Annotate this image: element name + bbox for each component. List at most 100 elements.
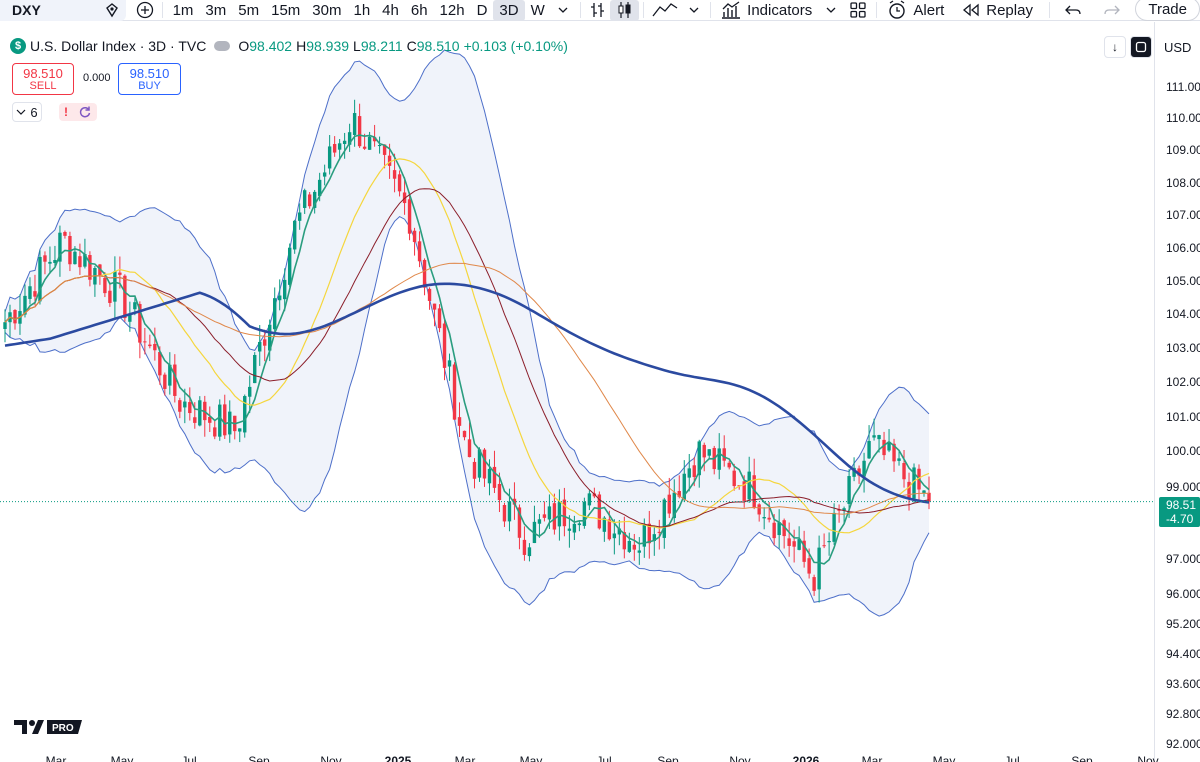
price-tick: 103.00: [1166, 341, 1200, 355]
candle-body: [497, 483, 502, 501]
indicators-icon: [722, 1, 741, 19]
indicators-collapse-button[interactable]: 6: [12, 102, 42, 122]
candle-body: [282, 279, 287, 300]
candle-body: [13, 309, 17, 324]
symbol-search[interactable]: DXY: [0, 0, 127, 21]
toolbar-divider: [876, 2, 878, 18]
spread-value: 0.000: [83, 72, 111, 84]
candle-body: [223, 404, 227, 436]
indicator-status[interactable]: !: [59, 103, 97, 121]
chevron-down-icon[interactable]: [818, 0, 843, 21]
time-tick: 2025: [384, 754, 412, 762]
price-tick: 95.200: [1166, 617, 1200, 631]
price-tick: 102.00: [1166, 375, 1200, 389]
bar-style-icon[interactable]: [585, 0, 610, 21]
candle-body: [432, 303, 437, 310]
candle-body: [103, 277, 107, 294]
buy-price: 98.510: [129, 66, 170, 81]
buy-button[interactable]: 98.510 BUY: [118, 63, 181, 95]
buy-label: BUY: [138, 80, 161, 92]
candle-body: [722, 448, 726, 461]
candle-body: [877, 435, 881, 440]
candle-body: [867, 440, 871, 459]
chart-app: DXY 1m 3m 5m 15m 30m 1h 4h 6h 12h D 3D W Indicators: [0, 0, 1200, 762]
candle-body: [397, 174, 402, 192]
undo-icon[interactable]: [1054, 0, 1093, 21]
candle-body: [198, 400, 202, 426]
candle-body: [627, 540, 632, 552]
redo-icon[interactable]: [1093, 0, 1132, 21]
tradingview-logo[interactable]: PRO: [14, 719, 82, 740]
timeframe-15m[interactable]: 15m: [265, 0, 306, 21]
alert-button[interactable]: Alert: [881, 0, 950, 21]
candle-body: [287, 247, 292, 285]
timeframe-30m[interactable]: 30m: [306, 0, 347, 21]
candle-body: [827, 541, 831, 543]
replay-button[interactable]: Replay: [956, 0, 1039, 21]
timeframe-d[interactable]: D: [471, 0, 494, 21]
symbol-legend: $ U.S. Dollar Index · 3D · TVC O 98.402 H…: [10, 38, 568, 54]
low-key: L: [353, 38, 361, 54]
candle-body: [253, 354, 257, 384]
legend-title[interactable]: U.S. Dollar Index · 3D · TVC: [30, 38, 206, 54]
time-tick: Nov: [1137, 754, 1159, 762]
toolbar-divider: [710, 2, 712, 18]
candle-body: [332, 143, 337, 153]
candle-body: [527, 547, 532, 557]
candle-body: [118, 272, 122, 275]
candle-body: [3, 322, 7, 329]
candle-body: [148, 344, 152, 347]
candle-body: [522, 539, 527, 555]
line-chart-icon[interactable]: [648, 0, 681, 21]
candle-body: [817, 547, 821, 590]
timeframe-4h[interactable]: 4h: [376, 0, 405, 21]
high-value: 98.939: [306, 38, 350, 54]
open-value: 98.402: [249, 38, 293, 54]
timeframe-12h[interactable]: 12h: [434, 0, 471, 21]
candle-body: [263, 339, 267, 346]
chevron-down-icon[interactable]: [681, 0, 706, 21]
chevron-down-icon[interactable]: [551, 0, 576, 21]
indicators-button[interactable]: Indicators: [715, 0, 818, 21]
timeframe-w[interactable]: W: [525, 0, 551, 21]
rewind-icon: [963, 3, 979, 17]
visibility-toggle-icon[interactable]: [214, 41, 231, 51]
timeframe-6h[interactable]: 6h: [405, 0, 434, 21]
candle-body: [163, 374, 167, 389]
price-tick: 94.400: [1166, 647, 1200, 661]
timeframe-3m[interactable]: 3m: [199, 0, 232, 21]
candle-body: [462, 430, 467, 438]
candle-body: [73, 251, 77, 265]
candle-body: [63, 231, 67, 236]
arrow-down-icon[interactable]: ↓: [1104, 36, 1126, 58]
candle-body: [507, 501, 512, 522]
candle-body: [158, 351, 162, 376]
candle-body: [43, 255, 47, 262]
toolbar-divider: [1048, 2, 1050, 18]
candle-body: [562, 499, 567, 527]
chart-controls: ↓: [1104, 36, 1152, 58]
timeframe-3d[interactable]: 3D: [493, 0, 525, 21]
candle-body: [218, 404, 222, 437]
timeframe-1m[interactable]: 1m: [167, 0, 200, 21]
layout-grid-icon[interactable]: [843, 0, 872, 21]
currency-label[interactable]: USD: [1164, 40, 1191, 55]
add-symbol-icon[interactable]: [132, 0, 157, 21]
candle-body: [113, 271, 117, 302]
time-tick: Mar: [454, 754, 476, 762]
sell-price: 98.510: [23, 66, 63, 81]
candles-icon[interactable]: [610, 0, 640, 21]
close-key: C: [406, 38, 417, 54]
trade-button[interactable]: Trade: [1135, 0, 1200, 21]
sell-button[interactable]: 98.510 SELL: [12, 63, 74, 95]
fullscreen-icon[interactable]: [1130, 36, 1152, 58]
timeframe-5m[interactable]: 5m: [232, 0, 265, 21]
candle-body: [143, 341, 147, 343]
candle-body: [582, 501, 587, 526]
candle-body: [902, 463, 906, 480]
compare-icon[interactable]: [104, 2, 120, 18]
price-chart[interactable]: [0, 22, 1154, 762]
candle-body: [442, 323, 447, 368]
candle-body: [822, 545, 826, 547]
timeframe-1h[interactable]: 1h: [347, 0, 376, 21]
